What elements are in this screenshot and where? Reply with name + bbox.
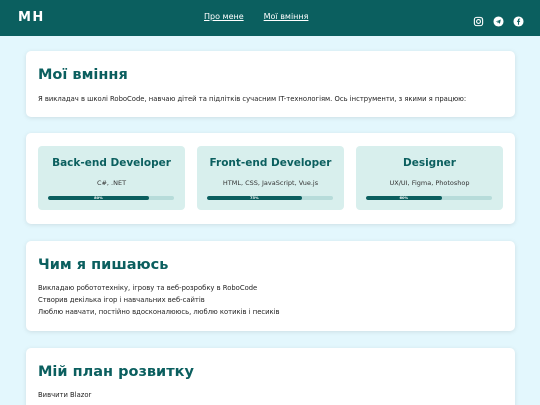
- list-item: Викладаю робототехніку, ігрову та веб-ро…: [38, 284, 258, 292]
- main-nav: Про мене Мої вміння: [204, 12, 308, 21]
- skill-title: Back-end Developer: [52, 157, 171, 169]
- list-item: Вивчити Blazor: [38, 391, 92, 399]
- skill-title: Front-end Developer: [209, 157, 332, 169]
- nav-link-about[interactable]: Про мене: [204, 12, 244, 21]
- skill-tech: HTML, CSS, JavaScript, Vue.js: [222, 179, 319, 187]
- telegram-icon[interactable]: [493, 12, 504, 27]
- list-item: Люблю навчати, постійно вдосконалююсь, л…: [38, 308, 280, 316]
- nav-link-skills[interactable]: Мої вміння: [264, 12, 309, 21]
- skills-cards-container: Back-end Developer C#, .NET 80% Front-en…: [26, 133, 515, 224]
- proud-title: Чим я пишаюсь: [38, 257, 169, 273]
- plan-title: Мій план розвитку: [38, 364, 194, 380]
- skill-tech: C#, .NET: [96, 179, 127, 187]
- skill-card-frontend: Front-end Developer HTML, CSS, JavaScrip…: [197, 146, 344, 210]
- progress-fill: 80%: [48, 196, 149, 200]
- skill-tech: UX/UI, Figma, Photoshop: [389, 179, 470, 187]
- skill-card-backend: Back-end Developer C#, .NET 80%: [38, 146, 185, 210]
- progress-bar: 80%: [48, 196, 174, 200]
- plan-card: Мій план розвитку Вивчити Blazor: [26, 348, 515, 405]
- skills-title: Мої вміння: [38, 67, 128, 83]
- facebook-icon[interactable]: [513, 12, 524, 27]
- skills-intro-card: Мої вміння Я викладач в школі RoboCode, …: [26, 51, 515, 117]
- skill-title: Designer: [403, 157, 456, 169]
- progress-bar: 60%: [366, 196, 492, 200]
- list-item: Створив декілька ігор і навчальних веб-с…: [38, 296, 205, 304]
- skills-intro-text: Я викладач в школі RoboCode, навчаю діте…: [38, 95, 467, 103]
- progress-bar: 75%: [207, 196, 333, 200]
- social-links: [473, 12, 524, 27]
- site-logo[interactable]: МН: [18, 10, 45, 25]
- instagram-icon[interactable]: [473, 12, 484, 27]
- progress-fill: 60%: [366, 196, 442, 200]
- proud-card: Чим я пишаюсь Викладаю робототехніку, іг…: [26, 241, 515, 331]
- skill-card-designer: Designer UX/UI, Figma, Photoshop 60%: [356, 146, 503, 210]
- site-header: МН Про мене Мої вміння: [0, 0, 540, 36]
- progress-fill: 75%: [207, 196, 302, 200]
